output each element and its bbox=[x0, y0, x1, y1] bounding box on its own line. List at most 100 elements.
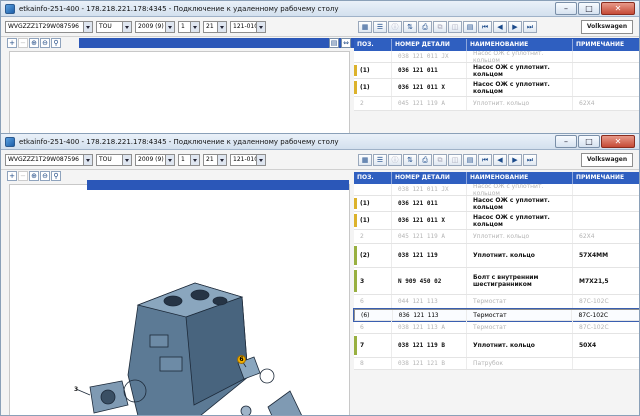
grid-icon[interactable]: ▦ bbox=[358, 20, 372, 33]
first-icon[interactable]: ⏮ bbox=[478, 153, 492, 166]
cell-note bbox=[573, 79, 639, 96]
row-marker bbox=[354, 246, 357, 265]
sub-group-select[interactable]: 21 bbox=[203, 153, 227, 166]
brand-select[interactable]: Volkswagen bbox=[581, 152, 633, 167]
front-titlebar[interactable]: etkainfo-251-400 - 178.218.221.178:4345 … bbox=[1, 134, 639, 150]
zoom-area-icon[interactable]: ⊖ bbox=[40, 171, 50, 181]
filter-icon[interactable]: ▤ bbox=[463, 20, 477, 33]
table-row[interactable]: 7 038 121 119 B Уплотнит. кольцо 50X4 bbox=[354, 334, 639, 358]
table-row[interactable]: 038 121 011 JX Насос ОЖ с уплотнит. кольц… bbox=[354, 184, 639, 196]
header-pos[interactable]: ПОЗ. bbox=[354, 39, 392, 51]
info-icon[interactable]: ⓘ bbox=[388, 20, 402, 33]
engine-illustration-canvas[interactable]: 3 6 bbox=[9, 184, 350, 415]
prev-icon[interactable]: ◀ bbox=[493, 20, 507, 33]
search-icon[interactable]: ⚲ bbox=[51, 171, 61, 181]
table-row[interactable]: (1) 036 121 011 Насос ОЖ с уплотнит. кольц… bbox=[354, 196, 639, 212]
table-row[interactable]: 2 045 121 119 A Уплотнит. кольцо 62X4 bbox=[354, 97, 639, 111]
next-icon[interactable]: ▶ bbox=[508, 153, 522, 166]
callout-6-hotspot[interactable]: 6 bbox=[237, 355, 246, 364]
callout-3[interactable]: 3 bbox=[74, 386, 78, 393]
minimize-button[interactable]: – bbox=[555, 135, 577, 148]
last-icon[interactable]: ⏭ bbox=[523, 20, 537, 33]
info-icon[interactable]: ⓘ bbox=[388, 153, 402, 166]
zoom-out-icon[interactable]: − bbox=[18, 171, 28, 181]
header-part-number[interactable]: НОМЕР ДЕТАЛИ bbox=[392, 39, 467, 51]
cart-icon[interactable]: ◫ bbox=[448, 20, 462, 33]
zoom-fit-icon[interactable]: ⊕ bbox=[29, 171, 39, 181]
cell-part-number: 038 121 011 JX bbox=[392, 184, 467, 195]
sort-icon[interactable]: ⇅ bbox=[403, 20, 417, 33]
zoom-in-icon[interactable]: + bbox=[7, 38, 17, 48]
model-select[interactable]: TOU bbox=[96, 153, 132, 166]
row-marker bbox=[354, 81, 357, 94]
date-select[interactable]: 2009 (9) bbox=[135, 153, 175, 166]
table-row[interactable]: (2) 038 121 119 Уплотнит. кольцо 57X4MM bbox=[354, 244, 639, 268]
print-icon[interactable]: ⎙ bbox=[418, 20, 432, 33]
table-row[interactable]: (1) 036 121 011 X Насос ОЖ с уплотнит. кол… bbox=[354, 79, 639, 97]
copy-icon[interactable]: ⧉ bbox=[433, 153, 447, 166]
zoom-in-icon[interactable]: + bbox=[7, 171, 17, 181]
chevron-down-icon bbox=[83, 154, 92, 165]
filter-icon[interactable]: ▤ bbox=[463, 153, 477, 166]
cell-note: 50X4 bbox=[573, 334, 639, 357]
toggle-panel-icon[interactable]: ▤ bbox=[329, 38, 339, 48]
header-pos[interactable]: ПОЗ. bbox=[354, 172, 392, 184]
table-row[interactable]: 2 045 121 119 A Уплотнит. кольцо 62X4 bbox=[354, 230, 639, 244]
illustration-select[interactable]: 121-010 bbox=[230, 153, 266, 166]
close-button[interactable]: ✕ bbox=[601, 135, 635, 148]
header-name[interactable]: НАИМЕНОВАНИЕ bbox=[467, 172, 573, 184]
illustration-select[interactable]: 121-010 bbox=[230, 20, 266, 33]
print-icon[interactable]: ⎙ bbox=[418, 153, 432, 166]
split-arrows-icon[interactable]: ⇔ bbox=[341, 38, 351, 48]
cell-part-number: 045 121 119 A bbox=[392, 97, 467, 110]
sub-group-select[interactable]: 21 bbox=[203, 20, 227, 33]
chevron-down-icon bbox=[256, 21, 265, 32]
chevron-down-icon bbox=[165, 154, 174, 165]
main-group-select[interactable]: 1 bbox=[178, 20, 200, 33]
maximize-button[interactable]: □ bbox=[578, 2, 600, 15]
cell-part-number: N 909 450 02 bbox=[392, 268, 467, 294]
list-icon[interactable]: ☰ bbox=[373, 20, 387, 33]
back-illustration-canvas[interactable] bbox=[9, 51, 350, 134]
cart-icon[interactable]: ◫ bbox=[448, 153, 462, 166]
brand-select[interactable]: Volkswagen bbox=[581, 19, 633, 34]
header-part-number[interactable]: НОМЕР ДЕТАЛИ bbox=[392, 172, 467, 184]
table-row[interactable]: (6) 036 121 113 Термостат 87C-102C bbox=[353, 308, 639, 322]
vin-select[interactable]: WVGZZZ1T29W087596 bbox=[5, 20, 93, 33]
maximize-button[interactable]: □ bbox=[578, 135, 600, 148]
grid-icon[interactable]: ▦ bbox=[358, 153, 372, 166]
header-note[interactable]: ПРИМЕЧАНИЕ bbox=[573, 39, 639, 51]
first-icon[interactable]: ⏮ bbox=[478, 20, 492, 33]
search-icon[interactable]: ⚲ bbox=[51, 38, 61, 48]
table-row[interactable]: 8 038 121 121 B Патрубок bbox=[354, 358, 639, 370]
zoom-fit-icon[interactable]: ⊕ bbox=[29, 38, 39, 48]
zoom-area-icon[interactable]: ⊖ bbox=[40, 38, 50, 48]
prev-icon[interactable]: ◀ bbox=[493, 153, 507, 166]
front-pane-strip bbox=[87, 180, 349, 190]
chevron-down-icon bbox=[190, 21, 199, 32]
list-icon[interactable]: ☰ bbox=[373, 153, 387, 166]
close-button[interactable]: ✕ bbox=[601, 2, 635, 15]
model-select[interactable]: TOU bbox=[96, 20, 132, 33]
header-note[interactable]: ПРИМЕЧАНИЕ bbox=[573, 172, 639, 184]
copy-icon[interactable]: ⧉ bbox=[433, 20, 447, 33]
table-row[interactable]: (1) 036 121 011 Насос ОЖ с уплотнит. кольц… bbox=[354, 63, 639, 79]
table-row[interactable]: (1) 036 121 011 X Насос ОЖ с уплотнит. кол… bbox=[354, 212, 639, 230]
minimize-button[interactable]: – bbox=[555, 2, 577, 15]
app-icon bbox=[5, 136, 15, 147]
header-name[interactable]: НАИМЕНОВАНИЕ bbox=[467, 39, 573, 51]
front-toolbar-icons: ▦ ☰ ⓘ ⇅ ⎙ ⧉ ◫ ▤ ⏮ ◀ ▶ ⏭ bbox=[358, 153, 537, 166]
main-group-select[interactable]: 1 bbox=[178, 153, 200, 166]
back-titlebar[interactable]: etkainfo-251-400 - 178.218.221.178:4345 … bbox=[1, 1, 639, 17]
cell-name: Насос ОЖ с уплотнит. кольцом bbox=[467, 79, 573, 96]
vin-select[interactable]: WVGZZZ1T29W087596 bbox=[5, 153, 93, 166]
table-row[interactable]: 3N 909 450 02 Болт с внутренним шестигран… bbox=[354, 268, 639, 295]
date-select[interactable]: 2009 (9) bbox=[135, 20, 175, 33]
zoom-out-icon[interactable]: − bbox=[18, 38, 28, 48]
last-icon[interactable]: ⏭ bbox=[523, 153, 537, 166]
next-icon[interactable]: ▶ bbox=[508, 20, 522, 33]
table-row[interactable]: 6 044 121 113 Термостат 87C-102C bbox=[354, 295, 639, 309]
table-row[interactable]: 6 038 121 113 A Термостат 87C-102C bbox=[354, 321, 639, 334]
table-row[interactable]: 038 121 011 JX Насос ОЖ с уплотнит. кольц… bbox=[354, 51, 639, 63]
sort-icon[interactable]: ⇅ bbox=[403, 153, 417, 166]
